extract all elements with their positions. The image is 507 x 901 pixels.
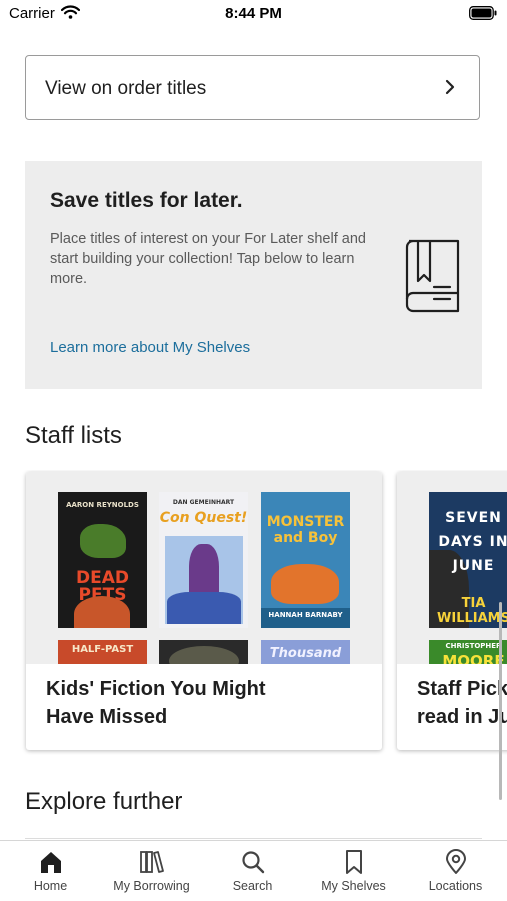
scroll-indicator[interactable] — [499, 602, 502, 800]
book-cover: DAN GEMEINHART Con Quest! — [159, 492, 248, 628]
tab-bar: Home My Borrowing Search My Shelves Loca… — [0, 840, 507, 901]
search-icon — [202, 849, 303, 875]
chevron-right-icon — [445, 79, 455, 100]
book-cover: CHRISTOPHER MOORE — [429, 640, 507, 664]
tab-search[interactable]: Search — [202, 841, 303, 901]
battery-icon — [469, 6, 497, 25]
location-pin-icon — [404, 849, 507, 875]
tab-my-shelves[interactable]: My Shelves — [303, 841, 404, 901]
promo-body: Place titles of interest on your For Lat… — [50, 231, 366, 287]
staff-list-card[interactable]: SEVEN DAYS IN JUNE TIA WILLIAMS CHRISTOP… — [397, 472, 507, 750]
learn-more-link[interactable]: Learn more about My Shelves — [50, 339, 250, 356]
tab-home-label: Home — [33, 879, 68, 893]
view-on-order-titles-button[interactable]: View on order titles — [25, 55, 480, 120]
status-bar: Carrier 8:44 PM — [0, 0, 507, 28]
staff-list-title-line1: Kids' Fiction You Might — [46, 678, 266, 700]
card-cover-grid: SEVEN DAYS IN JUNE TIA WILLIAMS CHRISTOP… — [397, 472, 507, 664]
clock: 8:44 PM — [225, 5, 282, 22]
staff-list-title-line2: read in Ju — [417, 706, 507, 728]
book-cover: Thousand — [261, 640, 350, 664]
staff-list-card[interactable]: AARON REYNOLDS DEAD PETS DAN GEMEINHART … — [26, 472, 382, 750]
staff-list-title: Kids' Fiction You Might Have Missed — [46, 675, 266, 731]
staff-list-title-line1: Staff Pick — [417, 678, 507, 700]
book-cover: HALF-PAST — [58, 640, 147, 664]
card-cover-grid: AARON REYNOLDS DEAD PETS DAN GEMEINHART … — [26, 472, 382, 664]
book-cover — [159, 640, 248, 664]
staff-lists-carousel[interactable]: AARON REYNOLDS DEAD PETS DAN GEMEINHART … — [0, 470, 507, 755]
home-icon — [0, 849, 101, 875]
tab-home[interactable]: Home — [0, 841, 101, 901]
book-cover: SEVEN DAYS IN JUNE TIA WILLIAMS — [429, 492, 507, 628]
tab-locations[interactable]: Locations — [404, 841, 507, 901]
tab-locations-label: Locations — [428, 879, 483, 893]
staff-list-title: Staff Pick read in Ju — [417, 675, 507, 731]
book-bookmark-icon — [403, 237, 461, 318]
book-cover: MONSTER and Boy HANNAH BARNABY — [261, 492, 350, 628]
book-cover: AARON REYNOLDS DEAD PETS — [58, 492, 147, 628]
bookmark-icon — [303, 849, 404, 875]
tab-my-borrowing-label: My Borrowing — [113, 879, 190, 893]
books-icon — [101, 849, 202, 875]
view-on-order-titles-label: View on order titles — [45, 78, 207, 99]
save-for-later-promo: Save titles for later. Place titles of i… — [25, 161, 482, 389]
staff-list-title-line2: Have Missed — [46, 706, 168, 728]
tab-search-label: Search — [232, 879, 273, 893]
tab-my-borrowing[interactable]: My Borrowing — [101, 841, 202, 901]
tab-my-shelves-label: My Shelves — [321, 879, 386, 893]
promo-title: Save titles for later. — [50, 189, 243, 212]
staff-lists-heading: Staff lists — [25, 422, 122, 449]
explore-further-heading: Explore further — [25, 788, 183, 815]
divider — [25, 838, 482, 839]
